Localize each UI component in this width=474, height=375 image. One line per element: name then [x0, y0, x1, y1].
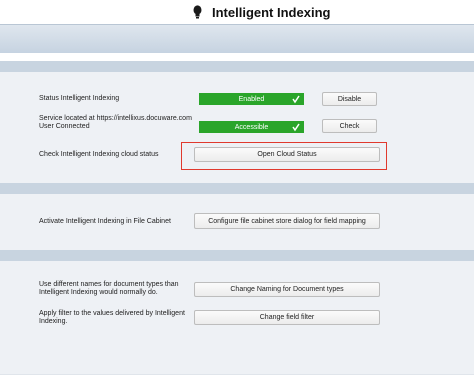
configure-store-dialog-button[interactable]: Configure file cabinet store dialog for … [194, 213, 380, 229]
filter-label-line1: Apply filter to the values delivered by … [39, 310, 185, 317]
title-bar: Intelligent Indexing [0, 0, 474, 24]
status-badge: Enabled [199, 93, 304, 105]
header-band [0, 24, 474, 53]
service-url-label: Service located at https://intellixus.do… [39, 115, 192, 122]
open-cloud-status-button[interactable]: Open Cloud Status [194, 147, 380, 162]
disable-button[interactable]: Disable [322, 92, 377, 106]
naming-label-line2: Intelligent Indexing would normally do. [39, 289, 158, 296]
change-field-filter-button[interactable]: Change field filter [194, 310, 380, 325]
naming-label-line1: Use different names for document types t… [39, 281, 179, 288]
connection-badge: Accessible [199, 121, 304, 133]
change-naming-button[interactable]: Change Naming for Document types [194, 282, 380, 297]
page-title: Intelligent Indexing [212, 4, 331, 20]
spacer [0, 53, 474, 61]
check-button[interactable]: Check [322, 119, 377, 133]
section-separator [0, 61, 474, 72]
checkmark-icon [292, 94, 300, 104]
connection-value: Accessible [234, 123, 269, 131]
checkmark-icon [292, 122, 300, 132]
lightbulb-icon [193, 5, 202, 19]
section-separator [0, 250, 474, 261]
page-title-group: Intelligent Indexing [193, 3, 330, 21]
user-connected-label: User Connected [39, 123, 90, 130]
activate-label: Activate Intelligent Indexing in File Ca… [39, 218, 171, 225]
status-value: Enabled [238, 95, 265, 103]
status-label: Status Intelligent Indexing [39, 95, 120, 102]
section-separator [0, 183, 474, 194]
cloud-status-label: Check Intelligent Indexing cloud status [39, 151, 159, 158]
filter-label-line2: Indexing. [39, 318, 68, 325]
